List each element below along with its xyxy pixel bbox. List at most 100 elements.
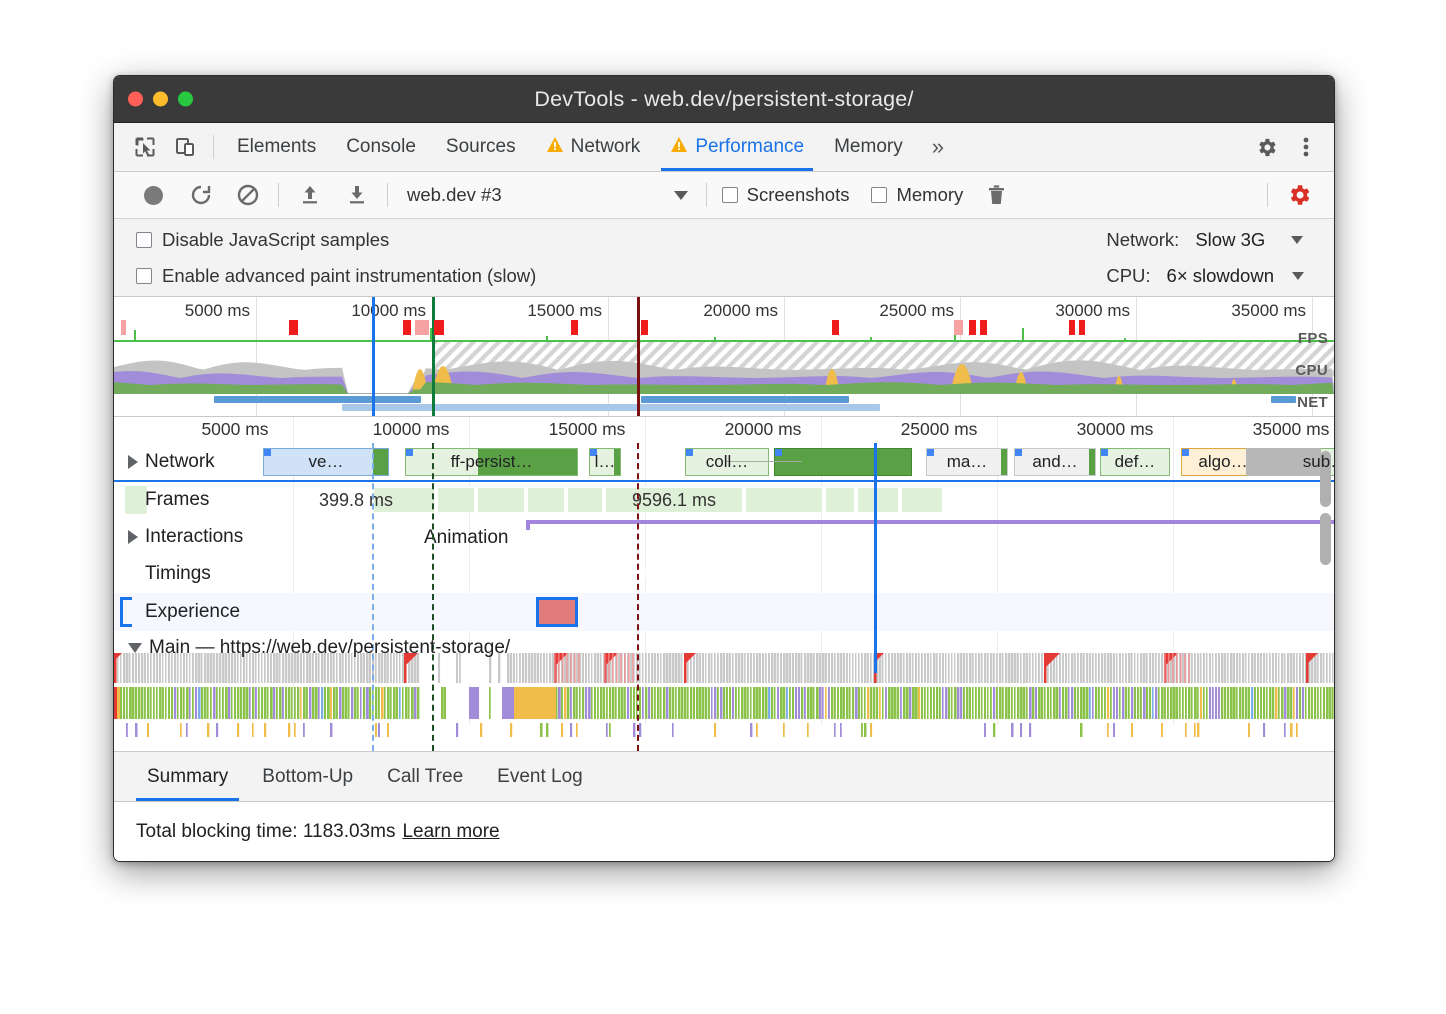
flame-bar[interactable] (1203, 687, 1205, 719)
flame-bar[interactable] (1089, 653, 1091, 683)
chevron-down-icon[interactable] (674, 191, 688, 200)
flame-bar[interactable] (879, 687, 881, 719)
flame-bar[interactable] (573, 687, 576, 719)
flame-bar[interactable] (171, 653, 173, 683)
flame-bar[interactable] (546, 723, 548, 737)
flame-bar[interactable] (1062, 653, 1064, 683)
device-toolbar-icon[interactable] (165, 123, 205, 171)
flame-bar[interactable] (867, 687, 869, 719)
flame-bar[interactable] (357, 653, 359, 683)
flame-bar[interactable] (387, 723, 389, 737)
flame-bar[interactable] (1320, 687, 1322, 719)
flame-bar[interactable] (612, 687, 614, 719)
tab-elements[interactable]: Elements (222, 123, 331, 171)
flame-bar[interactable] (1197, 653, 1199, 683)
flame-bar[interactable] (267, 687, 269, 719)
flame-bar[interactable] (126, 723, 128, 737)
flame-bar[interactable] (786, 687, 788, 719)
flame-bar[interactable] (657, 653, 659, 683)
flame-bar[interactable] (963, 653, 965, 683)
flame-bar[interactable] (231, 687, 233, 719)
flame-bar[interactable] (885, 687, 887, 719)
flame-bar[interactable] (1152, 653, 1154, 683)
flame-bar[interactable] (381, 653, 383, 683)
track-network[interactable]: Network ve…ff-persist…l…coll…ma…and…def…… (114, 443, 1334, 481)
flame-bar[interactable] (1317, 653, 1319, 683)
flame-bar[interactable] (1302, 653, 1304, 683)
flame-bar[interactable] (870, 723, 872, 737)
flame-bar[interactable] (327, 653, 329, 683)
flame-bar[interactable] (1251, 687, 1253, 719)
flame-bar[interactable] (831, 687, 833, 719)
flame-bar[interactable] (201, 653, 203, 683)
flame-bar[interactable] (672, 687, 674, 719)
flame-bar[interactable] (756, 723, 758, 737)
flame-bar[interactable] (1227, 653, 1229, 683)
flame-bar[interactable] (183, 687, 185, 719)
reload-and-record-button[interactable] (177, 172, 224, 219)
flame-bar[interactable] (1014, 687, 1016, 719)
flame-bar[interactable] (750, 687, 752, 719)
flame-bar[interactable] (381, 687, 384, 719)
flame-bar[interactable] (1191, 653, 1193, 683)
track-frames[interactable]: Frames 9596.1 ms 399.8 ms (114, 481, 1334, 519)
flame-bar[interactable] (711, 687, 713, 719)
save-profile-button[interactable] (333, 172, 380, 219)
flame-bar[interactable] (318, 653, 320, 683)
flame-bar[interactable] (960, 653, 962, 683)
flame-bar[interactable] (738, 653, 740, 683)
flame-bar[interactable] (237, 653, 239, 683)
flame-bar[interactable] (1182, 687, 1184, 719)
flame-bar[interactable] (1065, 653, 1067, 683)
flame-bar[interactable] (1083, 653, 1085, 683)
flame-bar[interactable] (918, 687, 920, 719)
flame-bar[interactable] (1011, 653, 1014, 683)
flame-bar[interactable] (1116, 687, 1118, 719)
flame-bar[interactable] (1002, 653, 1004, 683)
flame-bar[interactable] (621, 687, 624, 719)
flame-bar[interactable] (1176, 653, 1178, 683)
close-button[interactable] (128, 92, 143, 107)
chevron-right-icon[interactable] (128, 455, 138, 469)
flame-bar[interactable] (459, 653, 461, 683)
flame-bar[interactable] (1185, 723, 1187, 737)
flame-bar[interactable] (783, 687, 785, 719)
flame-bar[interactable] (222, 653, 225, 683)
flame-bar[interactable] (1245, 653, 1246, 683)
flame-bar[interactable] (1008, 687, 1010, 719)
flame-bar[interactable] (603, 687, 605, 719)
flame-bar[interactable] (750, 653, 752, 683)
flame-bar[interactable] (888, 653, 890, 683)
flame-bar[interactable] (606, 723, 608, 737)
flame-bar[interactable] (180, 687, 182, 719)
flame-bar[interactable] (195, 653, 198, 683)
flame-bar[interactable] (1263, 723, 1265, 737)
flame-bar[interactable] (174, 687, 176, 719)
flame-bar[interactable] (966, 653, 968, 683)
flame-bar[interactable] (147, 653, 149, 683)
flame-bar[interactable] (942, 687, 944, 719)
flame-bar[interactable] (843, 687, 845, 719)
flame-bar[interactable] (807, 653, 809, 683)
flame-bar[interactable] (333, 653, 335, 683)
flame-bar[interactable] (849, 653, 850, 683)
flame-bar[interactable] (771, 687, 773, 719)
flame-bar[interactable] (562, 653, 564, 683)
flame-bar[interactable] (1020, 723, 1022, 737)
flame-bar[interactable] (120, 687, 122, 719)
flame-bar[interactable] (546, 653, 547, 683)
flame-bar[interactable] (1221, 653, 1224, 683)
flame-bar[interactable] (243, 687, 246, 719)
flame-bar[interactable] (669, 687, 671, 719)
flame-bar[interactable] (708, 687, 710, 719)
flame-bar[interactable] (252, 723, 254, 737)
flame-bar[interactable] (978, 687, 980, 719)
flame-bar[interactable] (405, 687, 408, 719)
flame-bar[interactable] (369, 653, 371, 683)
experience-layout-shift[interactable] (536, 597, 578, 627)
flame-bar[interactable] (1257, 687, 1259, 719)
flame-bar[interactable] (642, 653, 643, 683)
flame-bar[interactable] (1074, 687, 1076, 719)
flame-bar[interactable] (972, 653, 974, 683)
flame-bar[interactable] (1311, 687, 1313, 719)
